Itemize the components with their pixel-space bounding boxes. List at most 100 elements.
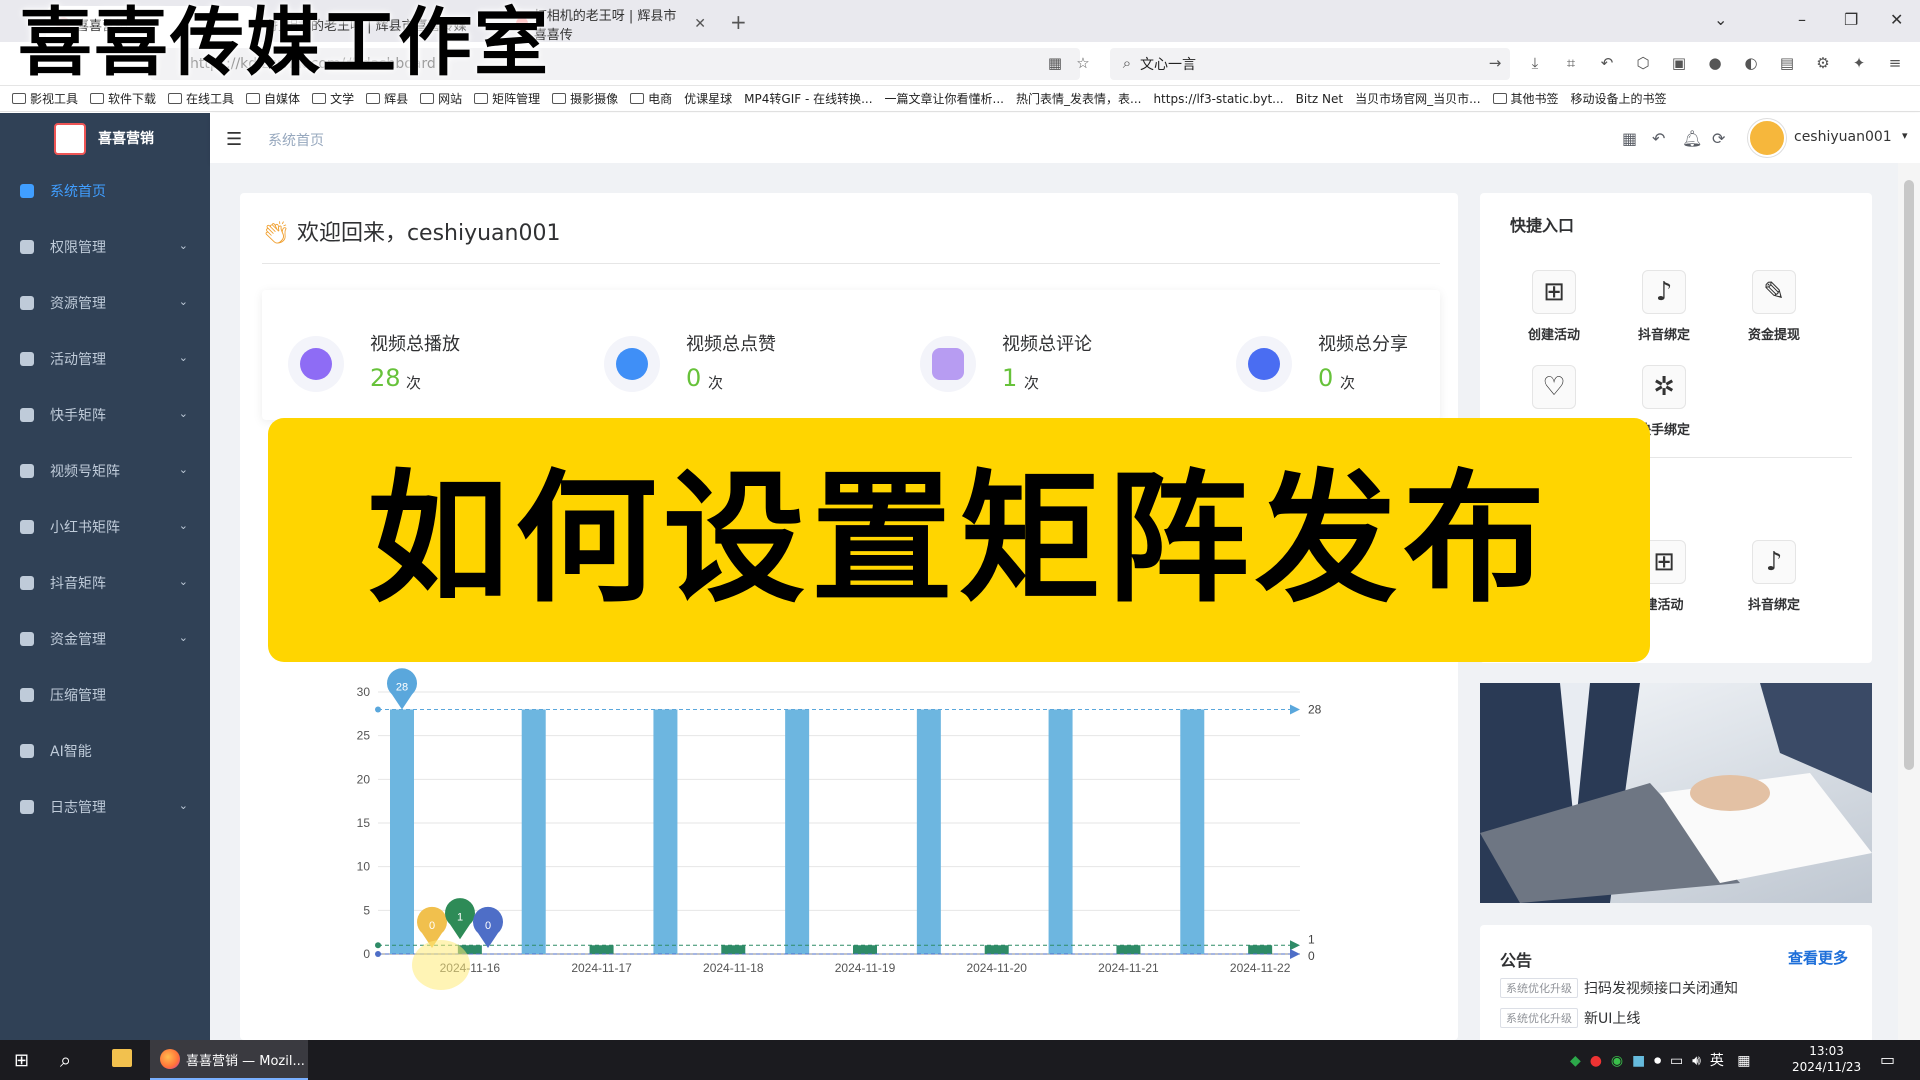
restore-icon[interactable]: ❐: [1844, 10, 1858, 29]
crop-icon[interactable]: ⌗: [1562, 54, 1580, 72]
bookmark-item[interactable]: 网站: [420, 90, 462, 107]
bookmark-item[interactable]: 一篇文章让你看懂析...: [885, 90, 1004, 107]
stat-total-shares: 视频总分享 0 次: [1210, 326, 1510, 406]
arrow-right-icon[interactable]: →: [1486, 54, 1504, 72]
ime-indicator[interactable]: 英: [1710, 1053, 1724, 1069]
quick-douyin-bind-2[interactable]: ♪ 抖音绑定: [1728, 540, 1818, 620]
bookmark-item[interactable]: Bitz Net: [1296, 92, 1343, 106]
minimize-icon[interactable]: –: [1798, 10, 1806, 29]
bookmark-item[interactable]: 在线工具: [168, 90, 234, 107]
quick-create-activity[interactable]: ⊞ 创建活动: [1508, 270, 1598, 350]
stat-unit: 次: [708, 374, 724, 392]
bookmark-item[interactable]: 文学: [312, 90, 354, 107]
qr-icon[interactable]: ▦: [1046, 54, 1064, 72]
sidebar-item-ai[interactable]: AI智能: [0, 723, 210, 779]
extension-icon[interactable]: ⬡: [1634, 54, 1652, 72]
mark-line-arrow: [1290, 704, 1300, 715]
network-icon[interactable]: ▭: [1670, 1053, 1683, 1069]
chevron-down-icon[interactable]: ⌄: [1714, 10, 1727, 29]
menu-icon[interactable]: ≡: [1886, 54, 1904, 72]
notice-item[interactable]: 系统优化升级 新UI上线: [1500, 1008, 1640, 1028]
gear-icon[interactable]: ⚙: [1814, 54, 1832, 72]
bookmark-item[interactable]: 热门表情_发表情，表...: [1016, 90, 1141, 107]
download-icon[interactable]: ⤓: [1526, 54, 1544, 72]
video-icon: [20, 464, 34, 478]
bookmark-item[interactable]: 影视工具: [12, 90, 78, 107]
taskbar-firefox-window[interactable]: 喜喜营销 — Mozil...: [150, 1040, 308, 1080]
addon-icon[interactable]: ▣: [1670, 54, 1688, 72]
windows-start-icon[interactable]: ⊞: [14, 1050, 29, 1071]
scrollbar-thumb[interactable]: [1904, 180, 1914, 770]
microphone-icon[interactable]: ⏺︎: [1654, 1053, 1661, 1069]
bookmark-item[interactable]: 电商: [630, 90, 672, 107]
bookmark-item[interactable]: 自媒体: [246, 90, 300, 107]
volume-icon[interactable]: 🔊︎: [1692, 1053, 1701, 1069]
keyboard-icon[interactable]: ▦: [1737, 1053, 1750, 1069]
caret-down-icon[interactable]: ▾: [1902, 129, 1908, 142]
sidebar-item-resources[interactable]: 资源管理 ⌄: [0, 275, 210, 331]
sidebar-item-home[interactable]: 系统首页: [0, 163, 210, 219]
file-explorer-icon[interactable]: [112, 1049, 132, 1067]
bookmark-item[interactable]: 移动设备上的书签: [1571, 90, 1667, 107]
sidebar-item-logs[interactable]: 日志管理 ⌄: [0, 779, 210, 835]
breadcrumb[interactable]: 系统首页: [268, 130, 324, 150]
sidebar-item-channels[interactable]: 视频号矩阵 ⌄: [0, 443, 210, 499]
sidebar-item-activities[interactable]: 活动管理 ⌄: [0, 331, 210, 387]
bookmark-item[interactable]: 软件下载: [90, 90, 156, 107]
bookmark-item[interactable]: https://lf3-static.byt...: [1153, 92, 1283, 106]
x-tick-label: 2024-11-19: [835, 961, 896, 975]
tray-app-icon[interactable]: ■: [1632, 1053, 1645, 1069]
notification-icon[interactable]: ▤: [1778, 54, 1796, 72]
stat-value: 28: [370, 364, 401, 392]
username[interactable]: ceshiyuan001: [1794, 129, 1892, 145]
tutorial-banner: 如何设置矩阵发布: [268, 418, 1650, 662]
bookmark-item[interactable]: 当贝市场官网_当贝市...: [1355, 90, 1480, 107]
bar-series-1: [1048, 709, 1073, 954]
bar-series-2: [853, 945, 877, 954]
system-tray[interactable]: ◆ ● ◉ ■ ⏺︎ ▭ 🔊︎ 英 ▦: [1570, 1050, 1750, 1070]
wechat-icon[interactable]: ◉: [1611, 1053, 1623, 1069]
bell-icon[interactable]: 🔔︎: [1682, 129, 1702, 148]
addon-icon[interactable]: ◐: [1742, 54, 1760, 72]
quick-douyin-bind[interactable]: ♪ 抖音绑定: [1618, 270, 1708, 350]
sidebar-item-douyin[interactable]: 抖音矩阵 ⌄: [0, 555, 210, 611]
new-tab-icon[interactable]: +: [730, 10, 747, 34]
notice-item[interactable]: 系统优化升级 扫码发视频接口关闭通知: [1500, 978, 1738, 998]
sidebar-item-compress[interactable]: 压缩管理: [0, 667, 210, 723]
refresh-icon[interactable]: ⟳: [1712, 129, 1725, 148]
undo-icon[interactable]: ↶: [1598, 54, 1616, 72]
bookmark-item[interactable]: 辉县: [366, 90, 408, 107]
folder-icon: [366, 93, 381, 104]
bar-series-1: [1180, 709, 1205, 954]
menu-toggle-icon[interactable]: ☰: [226, 129, 242, 150]
clock-time: 13:03: [1809, 1044, 1844, 1058]
search-icon[interactable]: ⌕: [60, 1048, 71, 1072]
notice-more-link[interactable]: 查看更多: [1788, 947, 1848, 968]
avatar[interactable]: [1748, 119, 1786, 157]
undo-icon[interactable]: ↶: [1652, 129, 1665, 148]
bookmark-item[interactable]: 其他书签: [1492, 90, 1559, 107]
addon-icon[interactable]: ●: [1706, 54, 1724, 72]
record-icon[interactable]: ●: [1590, 1053, 1602, 1069]
bookmark-item[interactable]: 矩阵管理: [474, 90, 540, 107]
puzzle-icon[interactable]: ✦: [1850, 54, 1868, 72]
sidebar-item-permissions[interactable]: 权限管理 ⌄: [0, 219, 210, 275]
bookmark-item[interactable]: MP4转GIF - 在线转换...: [744, 90, 872, 107]
qr-code-icon[interactable]: ▦: [1622, 129, 1637, 148]
sidebar-item-funds[interactable]: 资金管理 ⌄: [0, 611, 210, 667]
bookmark-item[interactable]: 摄影摄像: [552, 90, 618, 107]
close-window-icon[interactable]: ✕: [1890, 10, 1903, 29]
quick-withdraw[interactable]: ✎ 资金提现: [1728, 270, 1818, 350]
search-input[interactable]: 文心一言: [1110, 48, 1510, 80]
notification-center-icon[interactable]: ▭: [1880, 1050, 1895, 1069]
douyin-icon: ♪: [1752, 540, 1796, 584]
sidebar-item-kuaishou[interactable]: 快手矩阵 ⌄: [0, 387, 210, 443]
sidebar-item-xiaohongshu[interactable]: 小红书矩阵 ⌄: [0, 499, 210, 555]
close-icon[interactable]: ✕: [694, 16, 706, 32]
hand-shape: [1690, 775, 1770, 811]
folder-icon: [552, 93, 567, 104]
star-icon[interactable]: ☆: [1074, 54, 1092, 72]
bookmark-item[interactable]: 优课星球: [684, 90, 732, 107]
tray-app-icon[interactable]: ◆: [1570, 1053, 1581, 1069]
taskbar-clock[interactable]: 13:03 2024/11/23: [1792, 1043, 1861, 1075]
